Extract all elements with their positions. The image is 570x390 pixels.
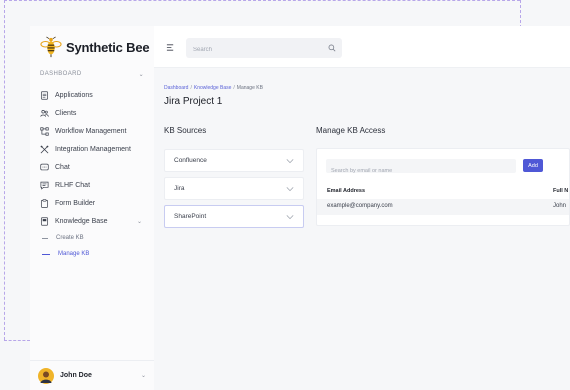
- bee-logo-icon: [40, 36, 62, 58]
- cell-email: example@company.com: [327, 203, 393, 209]
- access-card: Add Email Address Full N example@company…: [316, 148, 570, 226]
- breadcrumb-separator: /: [190, 85, 192, 91]
- chevron-down-icon: ⌄: [138, 72, 144, 78]
- sidebar-subitem-create-kb[interactable]: Create KB: [40, 230, 154, 246]
- sidebar-item-label: Form Builder: [55, 199, 96, 207]
- tools-icon: [40, 145, 49, 154]
- sidebar-item-label: Knowledge Base: [55, 217, 108, 225]
- breadcrumb-separator: /: [233, 85, 235, 91]
- kb-sources-heading: KB Sources: [164, 126, 207, 135]
- brand-name: Synthetic Bee: [66, 39, 150, 55]
- sidebar-item-label: Workflow Management: [55, 127, 127, 135]
- clipboard-icon: [40, 198, 49, 208]
- access-search-box: [326, 159, 516, 178]
- add-button[interactable]: Add: [523, 159, 543, 172]
- menu-icon[interactable]: [166, 43, 175, 52]
- chevron-down-icon: [286, 214, 294, 219]
- source-label: SharePoint: [174, 213, 207, 220]
- search-box: [186, 38, 342, 60]
- book-icon: [40, 216, 49, 226]
- search-input[interactable]: [186, 40, 342, 60]
- topbar: [154, 26, 570, 68]
- cell-name: John: [553, 203, 567, 209]
- chevron-down-icon: [286, 158, 294, 163]
- sidebar-item-label: Clients: [55, 109, 77, 117]
- sidebar-item-form-builder[interactable]: Form Builder: [40, 194, 154, 212]
- sidebar-item-clients[interactable]: Clients: [40, 104, 154, 122]
- source-label: Jira: [174, 185, 185, 192]
- brand[interactable]: Synthetic Bee: [40, 36, 150, 58]
- user-menu[interactable]: John Doe ⌄: [30, 360, 154, 390]
- users-icon: [40, 109, 49, 118]
- section-dashboard[interactable]: DASHBOARD ⌄: [40, 71, 144, 78]
- sidebar-item-workflow-management[interactable]: Workflow Management: [40, 122, 154, 140]
- access-search-input[interactable]: [326, 164, 516, 178]
- table-header: Email Address Full N: [317, 185, 569, 197]
- dash-marker: [42, 237, 48, 239]
- search-icon[interactable]: [328, 44, 336, 52]
- user-name: John Doe: [60, 372, 92, 379]
- document-icon: [40, 90, 49, 100]
- avatar: [38, 367, 54, 384]
- source-label: Confluence: [174, 157, 207, 164]
- breadcrumb-dashboard[interactable]: Dashboard: [164, 85, 188, 91]
- section-label: DASHBOARD: [40, 71, 82, 77]
- source-sharepoint[interactable]: SharePoint: [164, 205, 304, 228]
- sidebar-item-label: RLHF Chat: [55, 181, 91, 189]
- breadcrumb-current: Manage KB: [236, 85, 263, 91]
- sidebar-item-label: Integration Management: [55, 145, 131, 153]
- subitem-label: Manage KB: [58, 251, 90, 257]
- chevron-down-icon: [286, 186, 294, 191]
- workflow-icon: [40, 126, 49, 136]
- sidebar-item-applications[interactable]: Applications: [40, 86, 154, 104]
- sidebar-item-label: Applications: [55, 91, 93, 99]
- user-avatar-icon: [40, 371, 52, 383]
- sidebar-item-integration-management[interactable]: Integration Management: [40, 140, 154, 158]
- sidebar-subitem-manage-kb[interactable]: Manage KB: [40, 246, 154, 262]
- table-row[interactable]: example@company.com John: [317, 199, 569, 215]
- breadcrumb-knowledge-base[interactable]: Knowledge Base: [194, 85, 232, 91]
- breadcrumb: Dashboard / Knowledge Base / Manage KB: [164, 85, 263, 91]
- manage-access-heading: Manage KB Access: [316, 126, 386, 135]
- page-title: Jira Project 1: [164, 96, 223, 107]
- sidebar: Synthetic Bee DASHBOARD ⌄ Applications C…: [30, 26, 154, 390]
- sidebar-item-knowledge-base[interactable]: Knowledge Base ⌄: [40, 212, 154, 230]
- message-icon: [40, 181, 49, 190]
- column-full-name: Full N: [553, 188, 569, 194]
- chevron-down-icon: ⌄: [136, 218, 142, 225]
- chevron-down-icon: ⌄: [140, 373, 146, 379]
- sidebar-item-label: Chat: [55, 163, 70, 171]
- sidebar-nav: Applications Clients Workflow Management…: [40, 86, 154, 262]
- subitem-label: Create KB: [56, 235, 84, 241]
- sidebar-item-chat[interactable]: Chat: [40, 158, 154, 176]
- dash-marker: [42, 253, 50, 255]
- source-confluence[interactable]: Confluence: [164, 149, 304, 172]
- source-jira[interactable]: Jira: [164, 177, 304, 200]
- chat-icon: [40, 163, 49, 172]
- sidebar-item-rlhf-chat[interactable]: RLHF Chat: [40, 176, 154, 194]
- column-email: Email Address: [327, 188, 366, 194]
